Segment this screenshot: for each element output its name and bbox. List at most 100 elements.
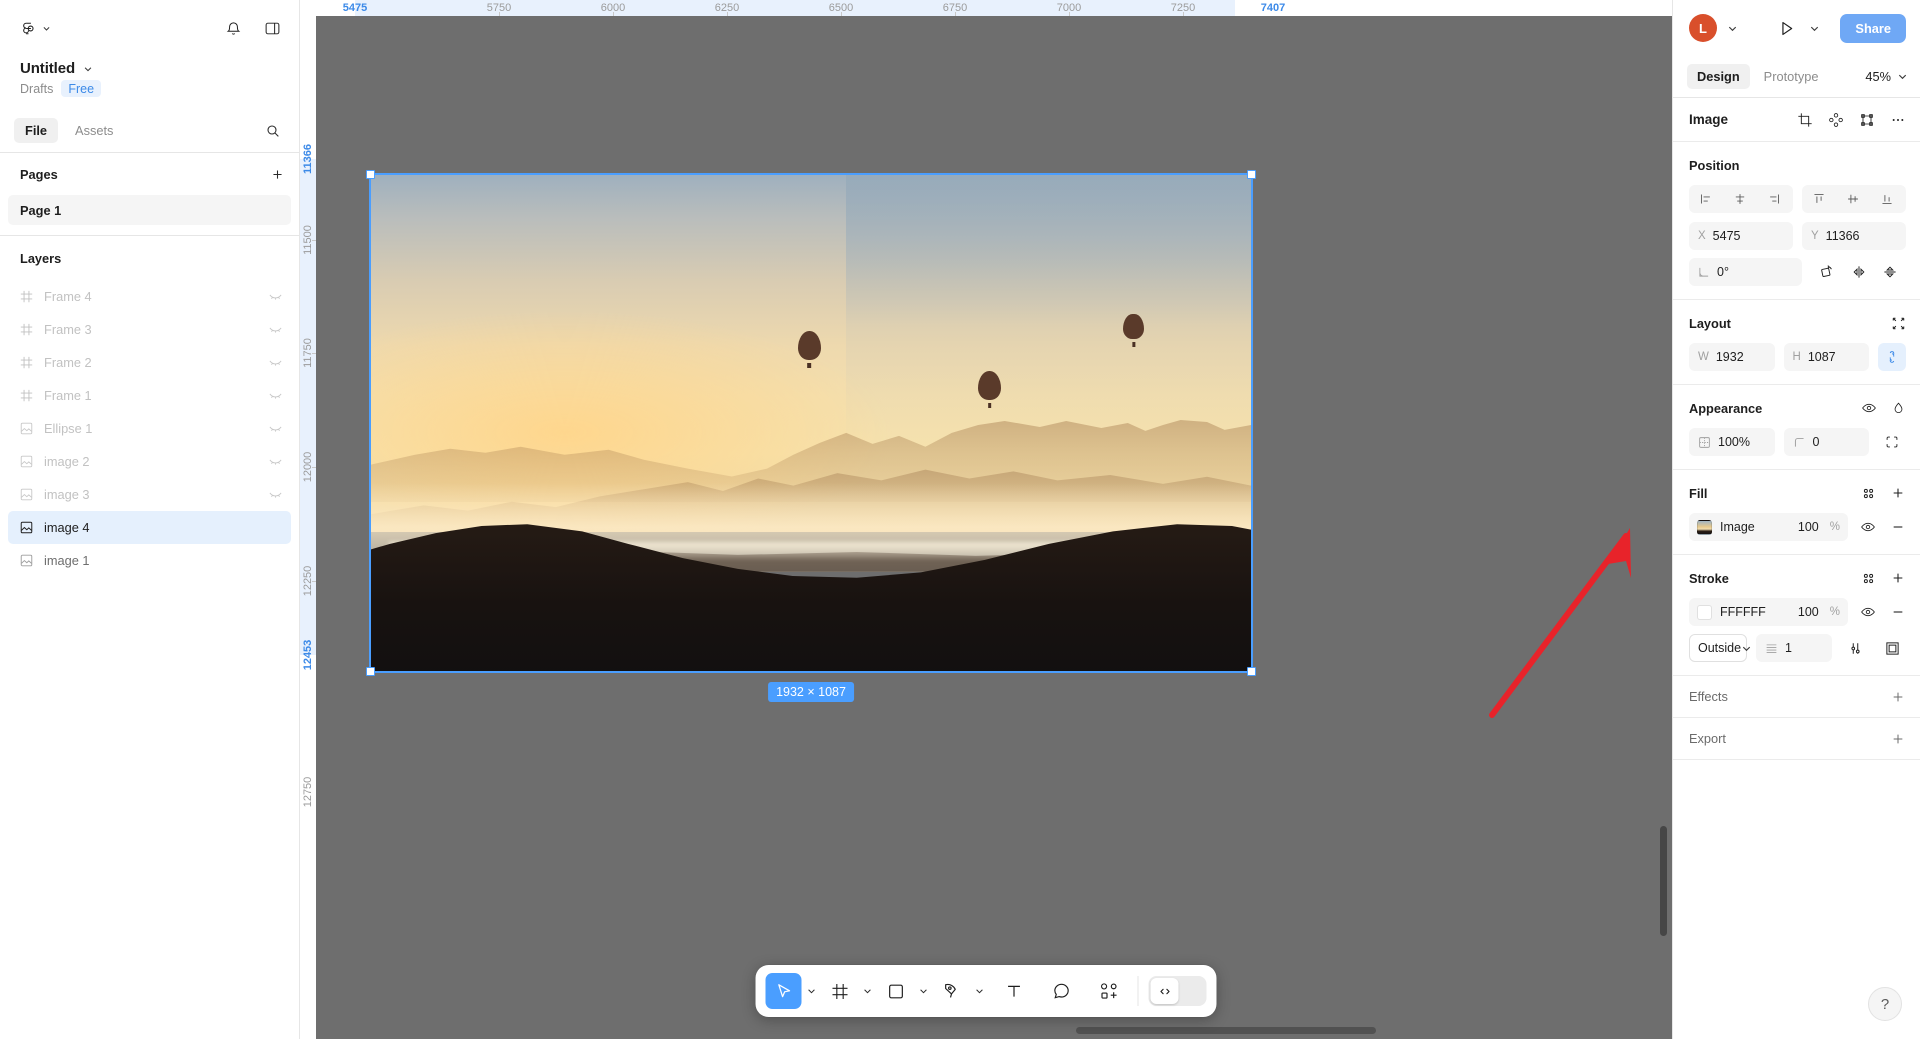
resize-handle-bottom-right[interactable] bbox=[1247, 667, 1256, 676]
effects-section[interactable]: Effects bbox=[1673, 676, 1920, 718]
fill-swatch[interactable] bbox=[1697, 519, 1712, 535]
blend-mode-icon[interactable] bbox=[1891, 401, 1906, 416]
file-title-chevron-down-icon[interactable] bbox=[83, 64, 93, 74]
shape-tool-chevron-down-icon[interactable] bbox=[916, 986, 932, 996]
stroke-eye-icon[interactable] bbox=[1860, 604, 1876, 620]
y-position-input[interactable]: Y 11366 bbox=[1802, 222, 1906, 250]
panel-toggle-icon[interactable] bbox=[264, 20, 281, 37]
eye-closed-icon[interactable] bbox=[268, 289, 283, 304]
stroke-per-side-icon[interactable] bbox=[1878, 634, 1906, 662]
independent-corners-icon[interactable] bbox=[1878, 428, 1906, 456]
align-top-icon[interactable] bbox=[1802, 185, 1836, 213]
comment-tool-button[interactable] bbox=[1044, 973, 1080, 1009]
share-button[interactable]: Share bbox=[1840, 13, 1906, 43]
frame-tool-chevron-down-icon[interactable] bbox=[860, 986, 876, 996]
add-fill-plus-icon[interactable] bbox=[1890, 485, 1906, 501]
styles-icon[interactable] bbox=[1861, 571, 1876, 586]
present-play-icon[interactable] bbox=[1777, 19, 1796, 38]
breadcrumb-drafts[interactable]: Drafts bbox=[20, 82, 53, 96]
layer-row-frame-1[interactable]: Frame 1 bbox=[8, 379, 291, 412]
layer-row-frame-4[interactable]: Frame 4 bbox=[8, 280, 291, 313]
styles-icon[interactable] bbox=[1861, 486, 1876, 501]
add-page-plus-icon[interactable] bbox=[270, 167, 285, 182]
shape-tool-button[interactable] bbox=[878, 973, 914, 1009]
width-input[interactable]: W 1932 bbox=[1689, 343, 1775, 371]
tab-prototype[interactable]: Prototype bbox=[1754, 64, 1829, 89]
fill-eye-icon[interactable] bbox=[1860, 519, 1876, 535]
layer-row-frame-3[interactable]: Frame 3 bbox=[8, 313, 291, 346]
align-left-icon[interactable] bbox=[1689, 185, 1723, 213]
zoom-control[interactable]: 45% bbox=[1865, 69, 1908, 84]
avatar[interactable]: L bbox=[1689, 14, 1717, 42]
flip-horizontal-icon[interactable] bbox=[1843, 258, 1875, 286]
selection-icon[interactable] bbox=[1859, 112, 1875, 128]
add-export-plus-icon[interactable] bbox=[1890, 731, 1906, 747]
present-chevron-down-icon[interactable] bbox=[1809, 23, 1820, 34]
canvas-viewport[interactable]: 1932 × 1087 bbox=[316, 16, 1672, 1039]
stroke-paint-input[interactable]: FFFFFF 100 % bbox=[1689, 598, 1848, 626]
stroke-advanced-sliders-icon[interactable] bbox=[1841, 634, 1869, 662]
components-icon[interactable] bbox=[1828, 112, 1844, 128]
add-stroke-plus-icon[interactable] bbox=[1890, 570, 1906, 586]
eye-closed-icon[interactable] bbox=[268, 454, 283, 469]
move-tool-chevron-down-icon[interactable] bbox=[804, 986, 820, 996]
resize-handle-bottom-left[interactable] bbox=[366, 667, 375, 676]
code-toggle[interactable] bbox=[1148, 976, 1207, 1006]
stroke-weight-input[interactable]: 1 bbox=[1756, 634, 1832, 662]
eye-closed-icon[interactable] bbox=[268, 388, 283, 403]
fill-paint-input[interactable]: Image 100 % bbox=[1689, 513, 1848, 541]
notifications-bell-icon[interactable] bbox=[225, 20, 242, 37]
canvas-horizontal-scrollbar[interactable] bbox=[1076, 1027, 1376, 1034]
search-icon[interactable] bbox=[265, 123, 285, 139]
add-effect-plus-icon[interactable] bbox=[1890, 689, 1906, 705]
selected-image-node[interactable]: 1932 × 1087 bbox=[366, 170, 1256, 702]
avatar-chevron-down-icon[interactable] bbox=[1727, 23, 1738, 34]
layer-row-image-4[interactable]: image 4 bbox=[8, 511, 291, 544]
align-bottom-icon[interactable] bbox=[1870, 185, 1904, 213]
height-input[interactable]: H 1087 bbox=[1783, 343, 1869, 371]
layer-row-image-2[interactable]: image 2 bbox=[8, 445, 291, 478]
frame-tool-button[interactable] bbox=[822, 973, 858, 1009]
rotate-icon[interactable] bbox=[1811, 258, 1843, 286]
x-position-input[interactable]: X 5475 bbox=[1689, 222, 1793, 250]
pen-tool-chevron-down-icon[interactable] bbox=[972, 986, 988, 996]
help-button[interactable]: ? bbox=[1868, 987, 1902, 1021]
export-section[interactable]: Export bbox=[1673, 718, 1920, 760]
figma-menu-button[interactable] bbox=[20, 20, 51, 37]
corner-radius-input[interactable]: 0 bbox=[1783, 428, 1869, 456]
resize-handle-top-right[interactable] bbox=[1247, 170, 1256, 179]
canvas-area[interactable]: 5475 5750 6000 6250 6500 6750 7000 7250 … bbox=[300, 0, 1672, 1039]
align-right-icon[interactable] bbox=[1757, 185, 1791, 213]
opacity-input[interactable]: 100% bbox=[1689, 428, 1775, 456]
resize-handle-top-left[interactable] bbox=[366, 170, 375, 179]
pen-tool-button[interactable] bbox=[934, 973, 970, 1009]
stroke-swatch[interactable] bbox=[1697, 604, 1712, 620]
align-vertical-center-icon[interactable] bbox=[1836, 185, 1870, 213]
actions-tool-button[interactable] bbox=[1092, 973, 1128, 1009]
eye-icon[interactable] bbox=[1861, 400, 1877, 416]
stroke-align-select[interactable]: Outside bbox=[1689, 634, 1751, 662]
file-title-row[interactable]: Untitled bbox=[20, 60, 279, 77]
remove-fill-minus-icon[interactable] bbox=[1890, 519, 1906, 535]
canvas-vertical-scrollbar[interactable] bbox=[1660, 826, 1667, 936]
text-tool-button[interactable] bbox=[996, 973, 1032, 1009]
move-tool-button[interactable] bbox=[765, 973, 802, 1009]
eye-closed-icon[interactable] bbox=[268, 421, 283, 436]
layer-row-image-1[interactable]: image 1 bbox=[8, 544, 291, 577]
plan-badge[interactable]: Free bbox=[61, 80, 102, 97]
eye-closed-icon[interactable] bbox=[268, 487, 283, 502]
flip-vertical-icon[interactable] bbox=[1874, 258, 1906, 286]
rotation-input[interactable]: 0° bbox=[1689, 258, 1802, 286]
layer-row-ellipse-1[interactable]: Ellipse 1 bbox=[8, 412, 291, 445]
tab-file[interactable]: File bbox=[14, 118, 59, 143]
more-icon[interactable] bbox=[1890, 112, 1906, 128]
layer-row-image-3[interactable]: image 3 bbox=[8, 478, 291, 511]
tab-assets[interactable]: Assets bbox=[64, 118, 124, 143]
remove-stroke-minus-icon[interactable] bbox=[1890, 604, 1906, 620]
tab-design[interactable]: Design bbox=[1687, 64, 1750, 89]
layer-row-frame-2[interactable]: Frame 2 bbox=[8, 346, 291, 379]
eye-closed-icon[interactable] bbox=[268, 322, 283, 337]
vertical-ruler[interactable]: 11366 11500 11750 12000 12250 12453 1275… bbox=[300, 16, 316, 1039]
align-horizontal-center-icon[interactable] bbox=[1723, 185, 1757, 213]
page-item-page-1[interactable]: Page 1 bbox=[8, 195, 291, 225]
